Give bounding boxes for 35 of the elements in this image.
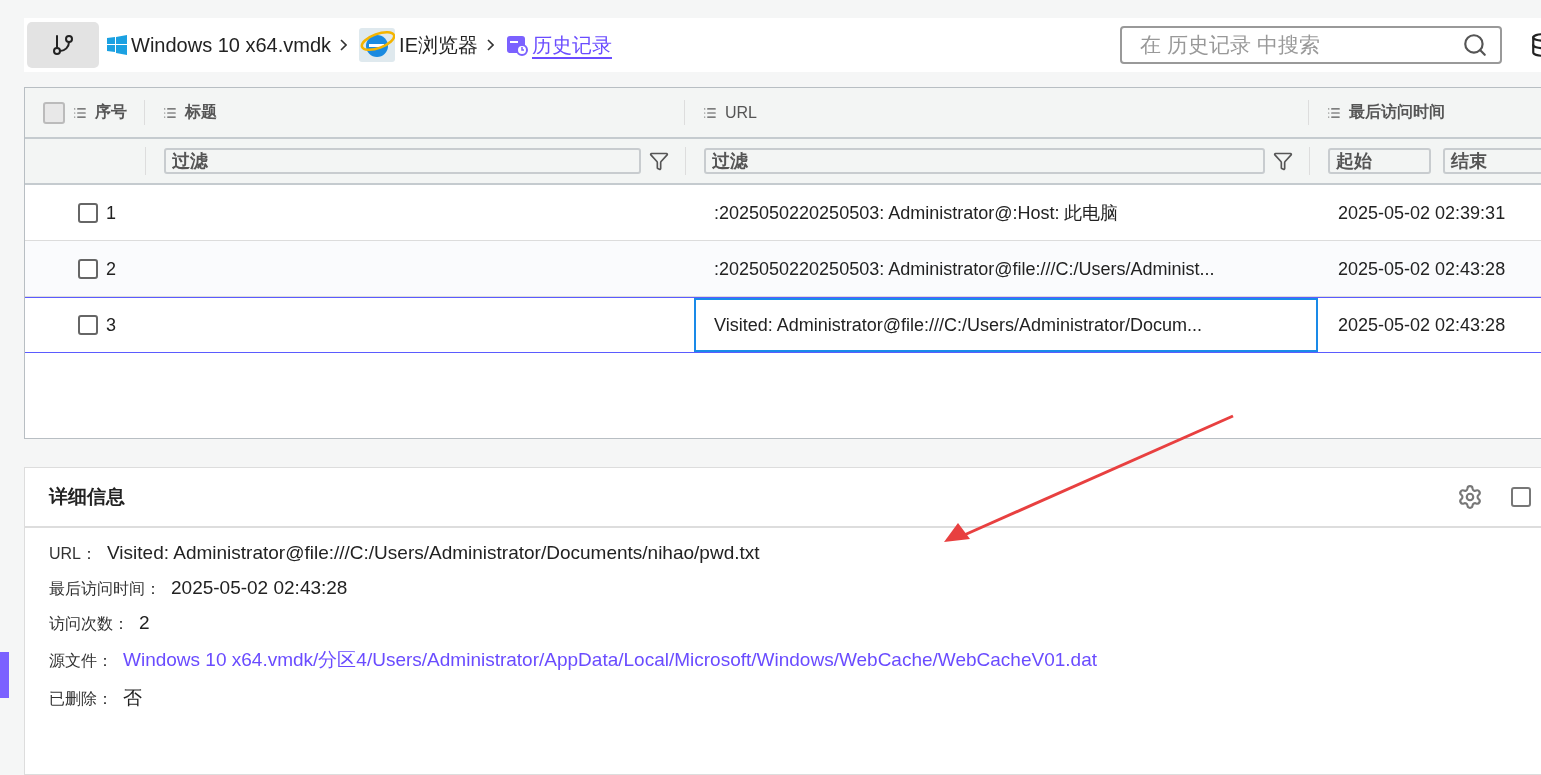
field-label: 最后访问时间：	[49, 579, 161, 599]
time-text: 2025-05-02 02:43:28	[1338, 258, 1506, 280]
search-input[interactable]: 在 历史记录 中搜索	[1138, 32, 1462, 58]
end-date-field[interactable]: 结束	[1443, 148, 1541, 174]
column-header[interactable]: 最后访问时间	[1349, 102, 1445, 123]
time-text: 2025-05-02 02:43:28	[1338, 314, 1506, 336]
url-text: :2025050220250503: Administrator@file:///C:/Users/Administ...	[714, 258, 1215, 280]
table-row[interactable]: 2 :2025050220250503: Administrator@file:///C:/Users/Administ... 2025-05-02 02:43:28	[25, 241, 1541, 297]
field-label: 源文件：	[49, 651, 113, 671]
column-header[interactable]: URL	[725, 103, 757, 122]
field-value: 否	[123, 686, 142, 710]
breadcrumb-link[interactable]: Windows 10 x64.vmdk	[131, 33, 332, 57]
field-label: 访问次数：	[49, 614, 129, 634]
field-value: 2025-05-02 02:43:28	[171, 577, 348, 599]
breadcrumb-link[interactable]: 历史记录	[532, 31, 612, 59]
row-number: 1	[106, 202, 116, 224]
field-label: URL：	[49, 544, 97, 564]
field-value: Visited: Administrator@file:///C:/Users/Administrator/Documents/nihao/pwd.txt	[107, 542, 760, 564]
field-value: 2	[139, 612, 150, 634]
url-text: :2025050220250503: Administrator@:Host: 此电脑	[714, 202, 1119, 225]
url-text: Visited: Administrator@file:///C:/Users/Administrator/Docum...	[714, 314, 1203, 336]
row-number: 3	[106, 314, 116, 336]
search-field[interactable]: 在 历史记录 中搜索	[1120, 26, 1502, 64]
column-header[interactable]: 序号	[95, 102, 127, 123]
file-path-link[interactable]: Windows 10 x64.vmdk/分区4/Users/Administrator/AppData/Local/Microsoft/Windows/WebCache/WebCacheV01.dat	[123, 647, 1097, 673]
time-text: 2025-05-02 02:39:31	[1338, 202, 1506, 224]
filter-field[interactable]: 过滤	[164, 148, 641, 174]
start-date-field[interactable]: 起始	[1328, 148, 1431, 174]
table-row[interactable]: 3 Visited: Administrator@file:///C:/Users/Administrator/Docum... 2025-05-02 02:43:28	[25, 297, 1541, 353]
filter-field[interactable]: 过滤	[704, 148, 1265, 174]
column-header[interactable]: 标题	[185, 102, 217, 123]
panel-title: 详细信息	[49, 485, 125, 509]
field-label: 已删除：	[49, 689, 113, 709]
breadcrumb-link[interactable]: IE浏览器	[399, 31, 478, 59]
row-number: 2	[106, 258, 116, 280]
